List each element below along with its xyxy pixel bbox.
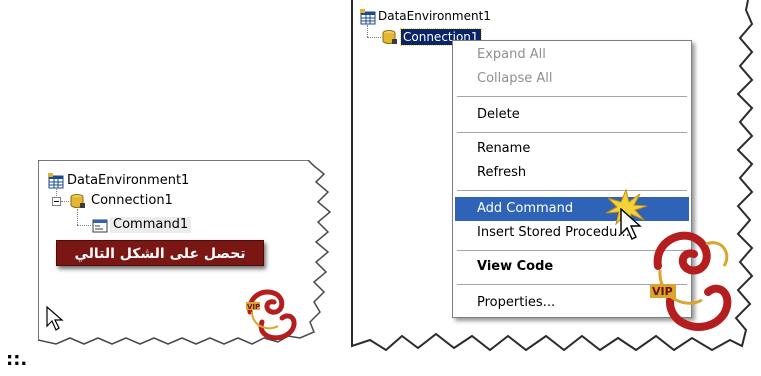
menu-item-delete[interactable]: Delete — [455, 103, 689, 127]
database-connection-icon — [70, 193, 86, 209]
menu-separator — [457, 96, 687, 97]
menu-item-refresh[interactable]: Refresh — [455, 161, 689, 185]
menu-item-expand-all[interactable]: Expand All — [455, 43, 689, 67]
decorative-dots-text: ::. — [6, 349, 28, 370]
vip-logo-left: VIP — [242, 282, 302, 344]
vip-logo-right: VIP — [636, 226, 742, 350]
menu-item-collapse-all[interactable]: Collapse All — [455, 67, 689, 91]
database-connection-icon — [382, 29, 398, 45]
tree-connector — [77, 209, 78, 225]
arabic-caption-banner: تحصل على الشكل التالي — [56, 240, 264, 266]
collapse-toggle[interactable] — [52, 197, 61, 206]
data-environment-icon — [48, 173, 64, 189]
tree-connector — [367, 25, 368, 37]
command-icon — [92, 218, 108, 234]
tree-node-root[interactable]: DataEnvironment1 — [378, 8, 491, 24]
tree-connector — [367, 37, 381, 38]
svg-text:VIP: VIP — [247, 303, 260, 311]
menu-item-add-command[interactable]: Add Command — [455, 197, 689, 221]
menu-separator — [457, 190, 687, 191]
menu-separator — [457, 132, 687, 133]
menu-item-rename[interactable]: Rename — [455, 137, 689, 161]
mouse-pointer-icon — [46, 306, 64, 332]
data-environment-icon — [360, 9, 376, 25]
tree-node-connection[interactable]: Connection1 — [91, 193, 173, 209]
tree-connector — [77, 225, 91, 226]
tree-connector — [61, 201, 69, 202]
tree-node-root[interactable]: DataEnvironment1 — [67, 173, 189, 189]
svg-text:VIP: VIP — [652, 285, 673, 298]
tree-node-command[interactable]: Command1 — [110, 217, 192, 233]
